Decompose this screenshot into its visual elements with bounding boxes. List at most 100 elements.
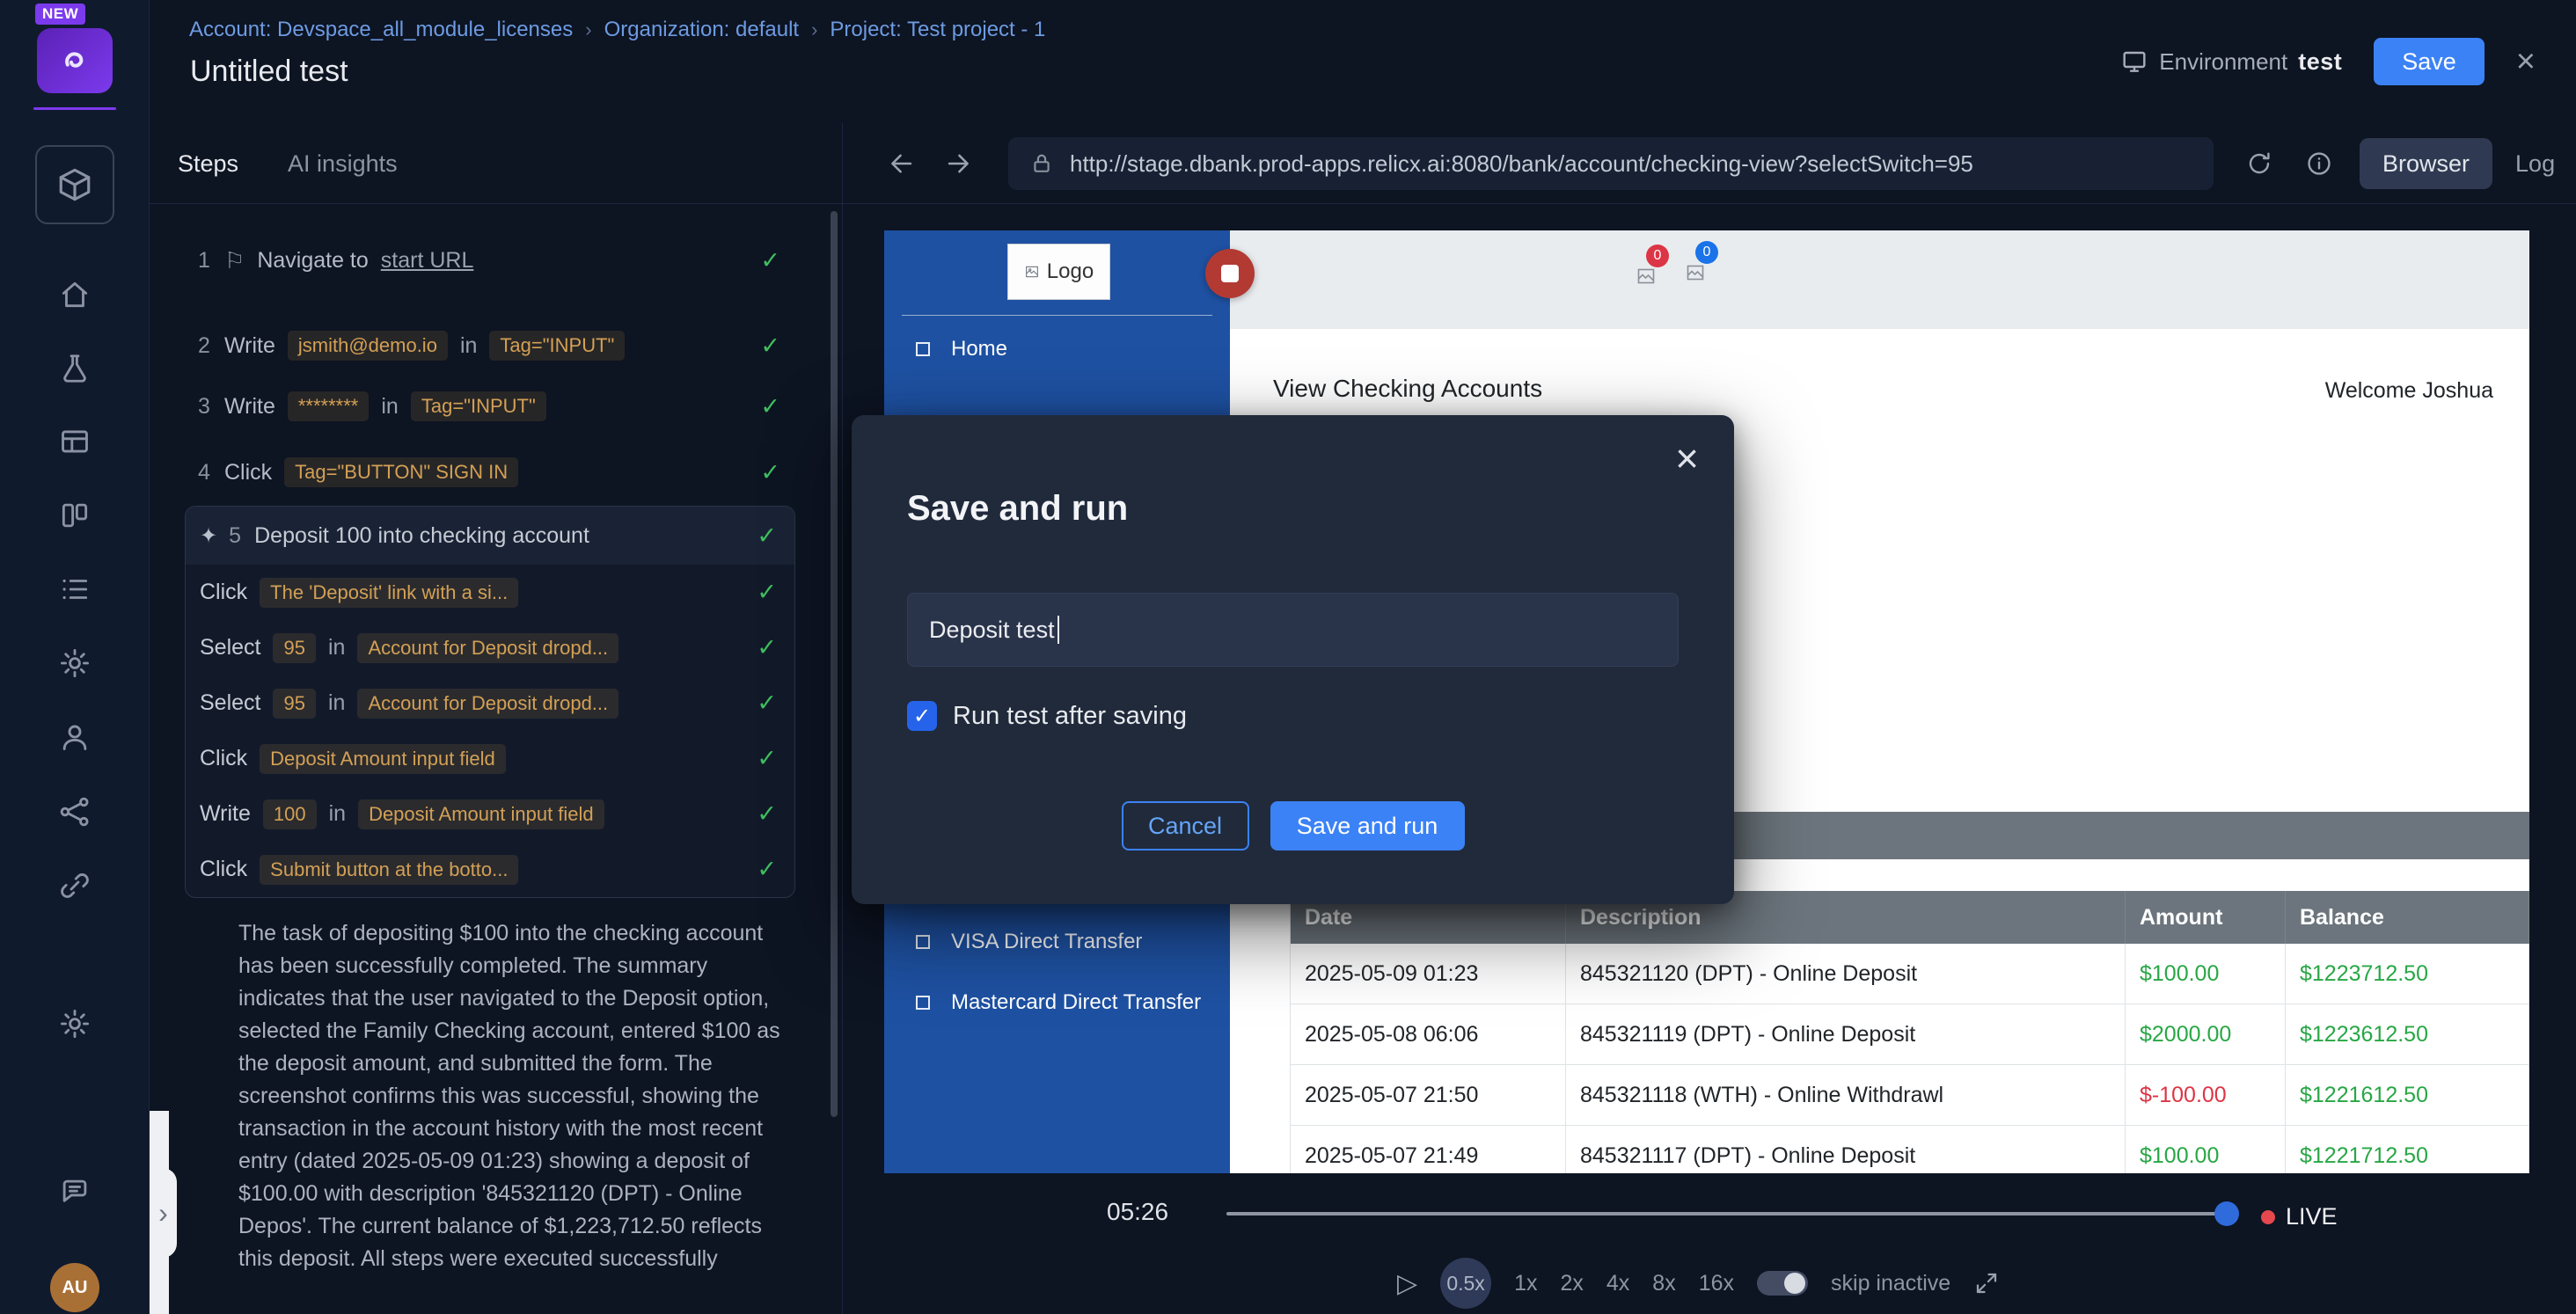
substep-row[interactable]: Write 100 in Deposit Amount input field … <box>186 786 794 842</box>
sidebar-item-tests[interactable] <box>35 145 114 224</box>
sidebar-item-logs[interactable] <box>55 570 94 609</box>
browser-navbar: http://stage.dbank.prod-apps.relicx.ai:8… <box>843 123 2576 204</box>
sidebar-item-integrations[interactable] <box>55 792 94 831</box>
cell-date: 2025-05-08 06:06 <box>1291 1004 1566 1064</box>
save-button[interactable]: Save <box>2374 38 2485 85</box>
step-row-4[interactable]: 4 Click Tag="BUTTON" SIGN IN ✓ <box>150 446 842 499</box>
bank-nav-visa-transfer[interactable]: VISA Direct Transfer <box>916 928 1142 956</box>
step-target-tag[interactable]: Account for Deposit dropd... <box>357 689 618 719</box>
tab-steps[interactable]: Steps <box>178 150 238 178</box>
toggle-knob <box>1784 1273 1805 1294</box>
notification-bell[interactable]: 0 <box>1635 266 1658 287</box>
url-bar[interactable]: http://stage.dbank.prod-apps.relicx.ai:8… <box>1008 137 2214 190</box>
sidebar-item-feedback[interactable] <box>55 1172 94 1211</box>
step-value-tag[interactable]: 95 <box>273 633 315 663</box>
step-number: 3 <box>198 394 212 420</box>
start-url-link[interactable]: start URL <box>381 248 474 274</box>
step-value-tag[interactable]: 100 <box>263 799 317 829</box>
speed-4x[interactable]: 4x <box>1606 1271 1629 1296</box>
app-logo[interactable] <box>37 28 113 93</box>
speed-2x[interactable]: 2x <box>1560 1271 1583 1296</box>
user-avatar[interactable]: AU <box>50 1263 99 1312</box>
speed-8x[interactable]: 8x <box>1652 1271 1675 1296</box>
live-indicator[interactable]: LIVE <box>2261 1203 2338 1230</box>
step-value-tag[interactable]: 95 <box>273 689 315 719</box>
skip-inactive-toggle[interactable] <box>1757 1271 1808 1296</box>
substep-row[interactable]: Select 95 in Account for Deposit dropd..… <box>186 675 794 731</box>
cancel-button[interactable]: Cancel <box>1122 801 1249 850</box>
bank-logo-alt-text: Logo <box>1047 259 1094 284</box>
tab-log[interactable]: Log <box>2515 150 2555 178</box>
step-group-5: ✦ 5 Deposit 100 into checking account ✓ … <box>185 506 795 898</box>
sidebar-item-config[interactable] <box>55 644 94 683</box>
tab-ai-insights[interactable]: AI insights <box>288 150 398 178</box>
sidebar-item-suites[interactable] <box>55 422 94 461</box>
panel-collapse-handle[interactable]: › <box>150 1168 177 1258</box>
step-target-tag[interactable]: Tag="BUTTON" SIGN IN <box>284 457 518 487</box>
forward-icon[interactable] <box>943 149 973 179</box>
checkbox-checked-icon[interactable]: ✓ <box>907 701 937 731</box>
step-connector: in <box>460 333 477 359</box>
logo-divider <box>33 107 116 110</box>
sidebar-item-links[interactable] <box>55 866 94 905</box>
run-after-saving-checkbox[interactable]: ✓ Run test after saving <box>907 701 1187 731</box>
bank-nav-mastercard-transfer[interactable]: Mastercard Direct Transfer <box>916 989 1201 1017</box>
step-group-label: Deposit 100 into checking account <box>254 523 589 549</box>
step-target-tag[interactable]: Submit button at the botto... <box>260 855 518 885</box>
step-row-2[interactable]: 2 Write jsmith@demo.io in Tag="INPUT" ✓ <box>150 319 842 372</box>
step-target-tag[interactable]: Tag="INPUT" <box>411 391 546 421</box>
breadcrumb: Account: Devspace_all_module_licenses › … <box>189 18 1045 42</box>
table-row: 2025-05-08 06:06 845321119 (DPT) - Onlin… <box>1291 1004 2529 1065</box>
speed-1x[interactable]: 1x <box>1514 1271 1537 1296</box>
step-target-tag[interactable]: Deposit Amount input field <box>358 799 604 829</box>
breadcrumb-account[interactable]: Account: Devspace_all_module_licenses <box>189 18 573 42</box>
step-target-tag[interactable]: Deposit Amount input field <box>260 744 506 774</box>
substep-row[interactable]: Select 95 in Account for Deposit dropd..… <box>186 620 794 675</box>
cell-description: 845321117 (DPT) - Online Deposit <box>1566 1126 2126 1173</box>
broken-image-icon <box>916 996 930 1010</box>
chat-icon <box>58 1175 91 1208</box>
step-action: Select <box>200 635 260 661</box>
message-bell[interactable]: 0 <box>1684 262 1707 283</box>
sidebar-item-runs[interactable] <box>55 496 94 535</box>
sidebar-item-home[interactable] <box>55 275 94 314</box>
step-target-tag[interactable]: Account for Deposit dropd... <box>357 633 618 663</box>
step-value-tag[interactable]: jsmith@demo.io <box>288 331 448 361</box>
sidebar-item-users[interactable] <box>55 718 94 756</box>
breadcrumb-organization[interactable]: Organization: default <box>604 18 799 42</box>
sidebar-item-settings[interactable] <box>55 1004 94 1043</box>
record-button[interactable] <box>1205 249 1255 298</box>
col-header-amount: Amount <box>2126 891 2286 944</box>
info-icon[interactable] <box>2305 150 2333 178</box>
steps-scrollbar[interactable] <box>831 211 838 1117</box>
substep-row[interactable]: Click Submit button at the botto... ✓ <box>186 842 794 897</box>
substep-row[interactable]: Click Deposit Amount input field ✓ <box>186 731 794 786</box>
playback-scrubber[interactable] <box>1226 1212 2238 1215</box>
modal-close-icon[interactable]: × <box>1675 438 1699 478</box>
step-row-3[interactable]: 3 Write ******** in Tag="INPUT" ✓ <box>150 380 842 433</box>
back-icon[interactable] <box>887 149 917 179</box>
step-value-tag[interactable]: ******** <box>288 391 370 421</box>
environment-selector[interactable]: Environment test <box>2120 47 2342 76</box>
app-sidebar: NEW <box>0 0 150 1314</box>
test-name-input[interactable]: Deposit test <box>907 593 1679 667</box>
scrubber-knob[interactable] <box>2214 1201 2239 1226</box>
speed-0-5x[interactable]: 0.5x <box>1440 1258 1491 1309</box>
step-target-tag[interactable]: The 'Deposit' link with a si... <box>260 578 518 608</box>
breadcrumb-project[interactable]: Project: Test project - 1 <box>830 18 1045 42</box>
play-icon[interactable]: ▷ <box>1397 1268 1417 1299</box>
refresh-icon[interactable] <box>2245 150 2273 178</box>
tab-browser[interactable]: Browser <box>2360 138 2492 189</box>
fullscreen-icon[interactable] <box>1973 1270 2000 1296</box>
step-group-header[interactable]: ✦ 5 Deposit 100 into checking account ✓ <box>186 507 794 565</box>
substep-row[interactable]: Click The 'Deposit' link with a si... ✓ <box>186 565 794 620</box>
save-and-run-button[interactable]: Save and run <box>1270 801 1465 850</box>
list-icon <box>58 573 91 606</box>
step-row-1[interactable]: 1 ⚐ Navigate to start URL ✓ <box>150 234 842 287</box>
speed-16x[interactable]: 16x <box>1699 1271 1734 1296</box>
sidebar-item-lab[interactable] <box>55 349 94 388</box>
step-target-tag[interactable]: Tag="INPUT" <box>489 331 625 361</box>
notification-badge: 0 <box>1646 245 1669 267</box>
close-icon[interactable]: × <box>2516 45 2536 78</box>
cell-amount: $2000.00 <box>2126 1004 2286 1064</box>
